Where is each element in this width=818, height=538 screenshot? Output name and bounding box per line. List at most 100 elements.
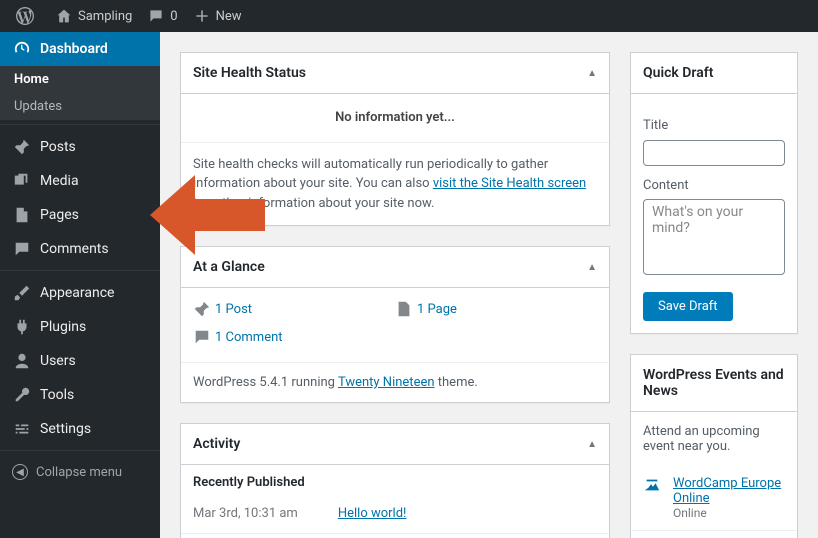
toggle-panel[interactable]: ▲ [587,439,597,450]
quick-draft-box: Quick Draft Title Content Save Draft [630,52,798,334]
menu-appearance[interactable]: Appearance [0,276,160,310]
menu-separator [0,266,160,271]
menu-comments[interactable]: Comments [0,232,160,266]
submenu-updates[interactable]: Updates [0,93,160,120]
pin-icon [193,300,215,318]
site-health-box: Site Health Status ▲ No information yet.… [180,52,610,226]
submenu-home[interactable]: Home [0,66,160,93]
quick-draft-header: Quick Draft [631,53,797,94]
site-health-link[interactable]: visit the Site Health screen [433,176,586,191]
comment-count: 0 [170,9,177,24]
events-box: WordPress Events and News Attend an upco… [630,354,798,538]
dashboard-icon [12,40,32,58]
glance-grid: 1 Post 1 Page 1 Comment [181,288,609,363]
site-name-menu[interactable]: Sampling [48,0,140,32]
event-location: Online [673,506,785,520]
activity-date: Mar 3rd, 10:31 am [193,506,298,521]
comment-icon [193,328,215,346]
admin-toolbar: Sampling 0 New [0,0,818,32]
menu-settings[interactable]: Settings [0,412,160,446]
menu-posts-label: Posts [40,139,76,155]
event-link[interactable]: WordCamp Europe Online [673,476,781,506]
menu-pages-label: Pages [40,207,79,223]
comments-icon [12,240,32,258]
site-health-desc: Site health checks will automatically ru… [181,143,609,226]
comments-menu[interactable]: 0 [140,0,185,32]
menu-tools[interactable]: Tools [0,378,160,412]
at-a-glance-box: At a Glance ▲ 1 Post 1 Page [180,246,610,403]
event-text: WordCamp Europe Online Online [673,476,785,520]
collapse-menu[interactable]: ◀ Collapse menu [0,456,160,488]
menu-dashboard[interactable]: Dashboard [0,32,160,66]
events-header: WordPress Events and News [631,355,797,412]
collapse-icon: ◀ [12,464,28,480]
menu-separator [0,120,160,125]
activity-row: Mar 3rd, 10:31 am Hello world! [181,500,609,534]
new-content-menu[interactable]: New [186,0,250,32]
menu-users-label: Users [40,353,76,369]
quick-draft-form: Title Content Save Draft [631,94,797,333]
toggle-panel[interactable]: ▲ [587,68,597,79]
glance-posts[interactable]: 1 Post [193,300,395,318]
activity-title: Activity [193,436,240,452]
page-icon [395,300,417,318]
menu-comments-label: Comments [40,241,109,257]
glance-pages[interactable]: 1 Page [395,300,597,318]
menu-appearance-label: Appearance [40,285,114,301]
plug-icon [12,318,32,336]
glance-header: At a Glance ▲ [181,247,609,288]
news-link-1[interactable]: The Month in WordPress: May [631,531,797,538]
theme-link[interactable]: Twenty Nineteen [338,375,435,390]
draft-title-input[interactable] [643,140,785,166]
menu-pages[interactable]: Pages [0,198,160,232]
event-item: WordCamp Europe Online Online [631,466,797,531]
menu-plugins-label: Plugins [40,319,86,335]
submenu-dashboard: Home Updates [0,66,160,120]
save-draft-button[interactable]: Save Draft [643,292,733,321]
glance-footer: WordPress 5.4.1 running Twenty Nineteen … [181,363,609,402]
media-icon [12,172,32,190]
menu-media-label: Media [40,173,79,189]
admin-sidebar: Dashboard Home Updates Posts Media Pages… [0,32,160,538]
wrench-icon [12,386,32,404]
site-health-title: Site Health Status [193,65,306,81]
menu-dashboard-label: Dashboard [40,41,108,57]
events-title: WordPress Events and News [643,367,785,399]
home-icon [56,8,72,24]
wordcamp-icon [643,476,663,494]
menu-separator [0,446,160,451]
menu-posts[interactable]: Posts [0,130,160,164]
wp-logo-menu[interactable] [8,0,48,32]
quick-draft-title: Quick Draft [643,65,713,81]
draft-content-label: Content [643,176,785,196]
brush-icon [12,284,32,302]
menu-tools-label: Tools [40,387,74,403]
events-desc: Attend an upcoming event near you. [631,412,797,466]
menu-plugins[interactable]: Plugins [0,310,160,344]
site-name-label: Sampling [78,9,132,24]
collapse-label: Collapse menu [36,465,122,480]
toggle-panel[interactable]: ▲ [587,262,597,273]
site-health-header: Site Health Status ▲ [181,53,609,94]
recently-published-heading: Recently Published [181,465,609,500]
side-column: Quick Draft Title Content Save Draft Wor… [630,52,798,538]
menu-users[interactable]: Users [0,344,160,378]
plus-icon [194,8,210,24]
activity-header: Activity ▲ [181,424,609,465]
glance-comments[interactable]: 1 Comment [193,328,597,346]
page-icon [12,206,32,224]
main-column: Site Health Status ▲ No information yet.… [180,52,610,538]
comment-icon [148,8,164,24]
menu-settings-label: Settings [40,421,91,437]
activity-post-link[interactable]: Hello world! [338,506,407,521]
menu-media[interactable]: Media [0,164,160,198]
site-health-status: No information yet... [181,94,609,143]
draft-content-input[interactable] [643,199,785,275]
sliders-icon [12,420,32,438]
wordpress-icon [16,7,34,25]
new-label: New [216,9,242,24]
glance-title: At a Glance [193,259,265,275]
dashboard-content: Site Health Status ▲ No information yet.… [160,32,818,538]
recent-comments-heading: Recent Comments [181,534,609,538]
pin-icon [12,138,32,156]
